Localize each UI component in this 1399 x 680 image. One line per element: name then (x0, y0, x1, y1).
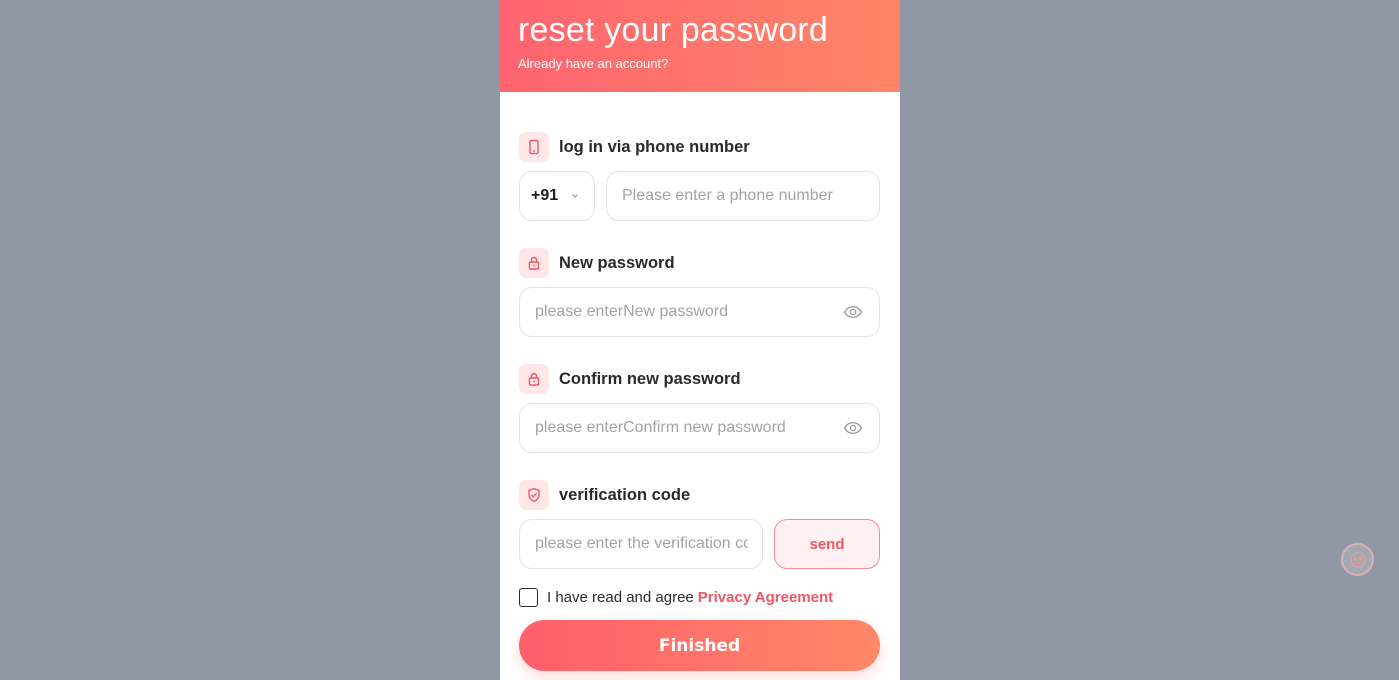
verification-label-row: verification code (519, 480, 690, 510)
floating-helper-button[interactable] (1341, 543, 1374, 576)
agreement-row: I have read and agree Privacy Agreement (519, 587, 833, 607)
phone-input[interactable] (607, 172, 879, 220)
confirm-password-label-row: Confirm new password (519, 364, 741, 394)
agreement-checkbox[interactable] (519, 587, 538, 607)
new-password-label: New password (559, 253, 675, 272)
page-title: reset your password (518, 11, 828, 49)
phone-label-row: log in via phone number (519, 132, 750, 162)
shield-check-icon (519, 480, 549, 510)
send-code-button[interactable]: send (774, 519, 880, 569)
finished-button[interactable]: Finished (519, 620, 880, 671)
confirm-password-field (519, 403, 880, 453)
chevron-down-icon (572, 194, 579, 198)
new-password-field (519, 287, 880, 337)
verification-label: verification code (559, 485, 691, 504)
panel-header: reset your password Already have an acco… (500, 0, 900, 92)
phone-field (606, 171, 880, 221)
reset-password-panel: reset your password Already have an acco… (500, 0, 900, 680)
verification-field (519, 519, 763, 569)
privacy-agreement-link[interactable]: Privacy Agreement (698, 589, 833, 606)
phone-label: log in via phone number (559, 137, 750, 156)
lock-icon (519, 364, 549, 394)
agreement-text: I have read and agree (547, 588, 694, 606)
new-password-label-row: New password (519, 248, 675, 278)
country-code-select[interactable]: +91 (519, 171, 595, 221)
login-link[interactable]: Already have an account? (518, 56, 882, 71)
verification-input[interactable] (520, 520, 762, 568)
confirm-password-input[interactable] (520, 404, 843, 452)
lock-icon (519, 248, 549, 278)
eye-icon[interactable] (843, 302, 863, 322)
eye-icon[interactable] (843, 418, 863, 438)
confirm-password-label: Confirm new password (559, 369, 741, 388)
phone-icon (519, 132, 549, 162)
new-password-input[interactable] (520, 288, 843, 336)
face-icon (1349, 551, 1366, 568)
country-code-value: +91 (531, 187, 559, 204)
